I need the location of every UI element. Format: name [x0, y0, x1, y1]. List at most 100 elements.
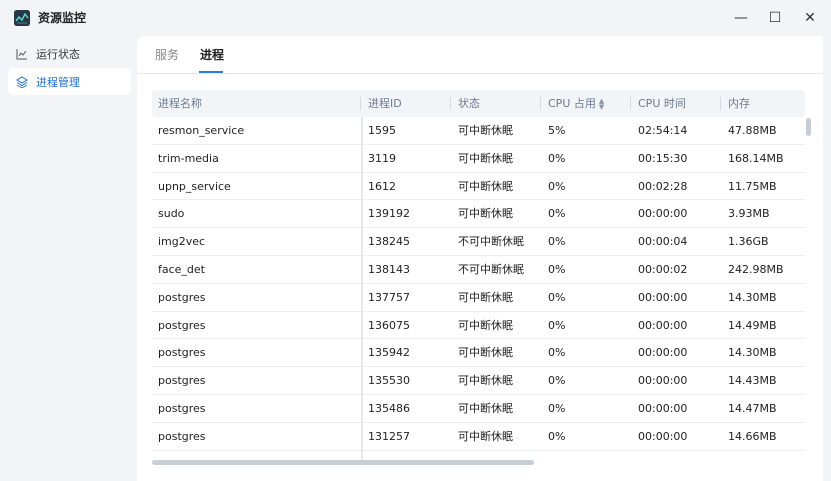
- tab-processes[interactable]: 进程: [200, 47, 224, 63]
- table-row[interactable]: postgres 137757 可中断休眠 0% 00:00:00 14.30MB: [152, 284, 805, 312]
- process-table: 进程名称 进程ID 状态 CPU 占用 ▲ ▼ CPU 时间 内存 resmon_s…: [152, 90, 805, 460]
- column-header-label: CPU 占用: [548, 97, 596, 110]
- cell-cpu-usage: 0%: [548, 151, 566, 165]
- table-row[interactable]: postgres 135530 可中断休眠 0% 00:00:00 14.43MB: [152, 367, 805, 395]
- cell-memory: 1.36GB: [728, 235, 769, 249]
- column-header-status[interactable]: 状态: [458, 90, 480, 117]
- column-divider[interactable]: [540, 97, 541, 110]
- cell-cpu-usage: 0%: [548, 346, 566, 360]
- cell-memory: 14.30MB: [728, 346, 777, 360]
- column-divider[interactable]: [450, 97, 451, 110]
- table-row[interactable]: face_det 138143 不可中断休眠 0% 00:00:02 242.98MB: [152, 256, 805, 284]
- cell-name: trim-media: [158, 151, 219, 165]
- column-header-pid[interactable]: 进程ID: [368, 90, 402, 117]
- window-edge: [823, 36, 831, 481]
- table-row[interactable]: postgres 136075 可中断休眠 0% 00:00:00 14.49MB: [152, 312, 805, 340]
- cell-status: 可中断休眠: [458, 429, 513, 443]
- sidebar-item-running-status[interactable]: 运行状态: [8, 40, 131, 67]
- cell-pid: 3119: [368, 151, 396, 165]
- cell-cpu-usage: 0%: [548, 290, 566, 304]
- table-row[interactable]: postgres 135942 可中断休眠 0% 00:00:00 14.30MB: [152, 339, 805, 368]
- column-divider[interactable]: [720, 97, 721, 110]
- cell-cpu-usage: 0%: [548, 318, 566, 332]
- cell-status: 可中断休眠: [458, 179, 513, 193]
- sidebar: 运行状态 进程管理: [0, 36, 137, 481]
- table-row[interactable]: postgres 135486 可中断休眠 0% 00:00:00 14.47MB: [152, 395, 805, 423]
- cell-pid: 138143: [368, 263, 410, 276]
- cell-cpu-time: 00:00:00: [638, 402, 688, 415]
- cell-cpu-usage: 0%: [548, 402, 566, 415]
- cell-cpu-usage: 0%: [548, 179, 566, 193]
- cell-pid: 1595: [368, 124, 396, 137]
- cell-status: 可中断休眠: [458, 207, 513, 221]
- cell-cpu-time: 00:00:00: [638, 374, 688, 388]
- table-row[interactable]: trim-media 3119 可中断休眠 0% 00:15:30 168.14MB: [152, 145, 805, 173]
- cell-name: postgres: [158, 290, 206, 304]
- cell-memory: 242.98MB: [728, 263, 784, 276]
- table-row[interactable]: upnp_service 1612 可中断休眠 0% 00:02:28 11.75MB: [152, 173, 805, 201]
- vertical-scrollbar[interactable]: [806, 118, 811, 136]
- cell-pid: 136075: [368, 318, 410, 332]
- sort-icon: ▲ ▼: [598, 97, 605, 111]
- table-row[interactable]: resmon_service 1595 可中断休眠 5% 02:54:14 47.88MB: [152, 117, 805, 145]
- cell-memory: 14.30MB: [728, 290, 777, 304]
- cell-name: img2vec: [158, 235, 206, 249]
- sidebar-item-label: 进程管理: [36, 75, 80, 89]
- cell-name: postgres: [158, 402, 206, 415]
- cell-status: 可中断休眠: [458, 346, 513, 360]
- column-divider[interactable]: [630, 97, 631, 110]
- cell-name: resmon_service: [158, 124, 245, 137]
- column-header-name[interactable]: 进程名称: [158, 90, 202, 117]
- cell-name: postgres: [158, 374, 206, 388]
- sidebar-item-label: 运行状态: [36, 47, 80, 61]
- table-row[interactable]: img2vec 138245 不可中断休眠 0% 00:00:04 1.36GB: [152, 228, 805, 256]
- cell-cpu-time: 02:54:14: [638, 124, 688, 137]
- cell-status: 可中断休眠: [458, 318, 513, 332]
- cell-memory: 14.47MB: [728, 402, 777, 415]
- cell-status: 可中断休眠: [458, 374, 513, 388]
- tab-bar: 服务 进程: [137, 36, 823, 74]
- cell-pid: 135486: [368, 402, 410, 415]
- cell-memory: 14.43MB: [728, 374, 777, 388]
- cell-status: 可中断休眠: [458, 290, 513, 304]
- cell-memory: 14.49MB: [728, 318, 777, 332]
- cell-cpu-usage: 0%: [548, 263, 566, 276]
- column-header-cpu-time[interactable]: CPU 时间: [638, 90, 686, 117]
- cell-name: upnp_service: [158, 179, 231, 193]
- cell-cpu-usage: 0%: [548, 207, 566, 221]
- active-tab-indicator: [199, 71, 223, 73]
- title-bar: 资源监控 — ☐ ✕: [0, 0, 831, 36]
- tab-services[interactable]: 服务: [155, 47, 179, 63]
- column-header-memory[interactable]: 内存: [728, 90, 750, 117]
- minimize-button[interactable]: —: [726, 6, 756, 30]
- column-header-cpu-usage[interactable]: CPU 占用 ▲ ▼: [548, 90, 604, 117]
- cell-status: 可中断休眠: [458, 402, 513, 415]
- cell-cpu-time: 00:00:02: [638, 263, 688, 276]
- cell-pid: 135942: [368, 346, 410, 360]
- cell-name: sudo: [158, 207, 185, 221]
- cell-pid: 1612: [368, 179, 396, 193]
- cell-memory: 11.75MB: [728, 179, 777, 193]
- cell-name: postgres: [158, 346, 206, 360]
- cell-cpu-time: 00:00:00: [638, 318, 688, 332]
- cell-pid: 138245: [368, 235, 410, 249]
- main-panel: 服务 进程 进程名称 进程ID 状态 CPU 占用 ▲ ▼ CPU 时间 内存 re…: [137, 36, 823, 481]
- horizontal-scrollbar[interactable]: [152, 460, 534, 465]
- cell-cpu-time: 00:00:04: [638, 235, 688, 249]
- column-divider[interactable]: [360, 97, 361, 110]
- app-logo-icon: [14, 10, 30, 26]
- close-button[interactable]: ✕: [795, 6, 825, 30]
- cell-memory: 3.93MB: [728, 207, 770, 221]
- line-chart-icon: [16, 48, 28, 60]
- cell-cpu-usage: 0%: [548, 235, 566, 249]
- maximize-button[interactable]: ☐: [760, 6, 790, 30]
- cell-cpu-time: 00:00:00: [638, 346, 688, 360]
- table-row[interactable]: postgres 131257 可中断休眠 0% 00:00:00 14.66MB: [152, 423, 805, 451]
- cell-name: postgres: [158, 318, 206, 332]
- table-row[interactable]: sudo 139192 可中断休眠 0% 00:00:00 3.93MB: [152, 200, 805, 229]
- cell-memory: 14.66MB: [728, 429, 777, 443]
- sidebar-item-process-management[interactable]: 进程管理: [8, 68, 131, 95]
- cell-status: 不可中断休眠: [458, 235, 524, 249]
- cell-cpu-time: 00:15:30: [638, 151, 688, 165]
- cell-cpu-usage: 5%: [548, 124, 566, 137]
